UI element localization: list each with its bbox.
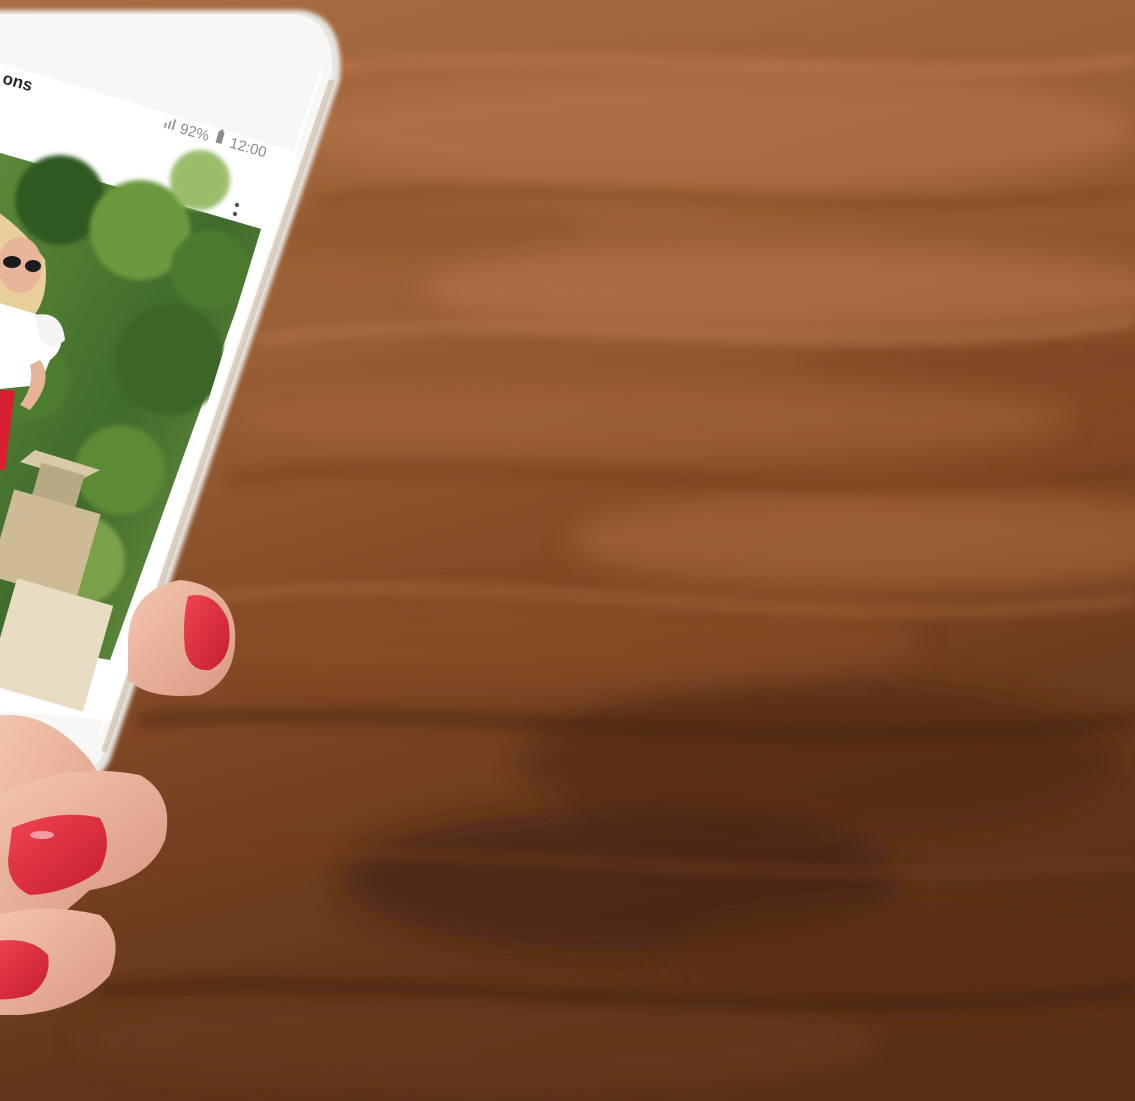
scene-illustration: ons 92% 12:00 (0, 0, 1135, 1101)
photo-scene: ons 92% 12:00 (0, 0, 1135, 1101)
